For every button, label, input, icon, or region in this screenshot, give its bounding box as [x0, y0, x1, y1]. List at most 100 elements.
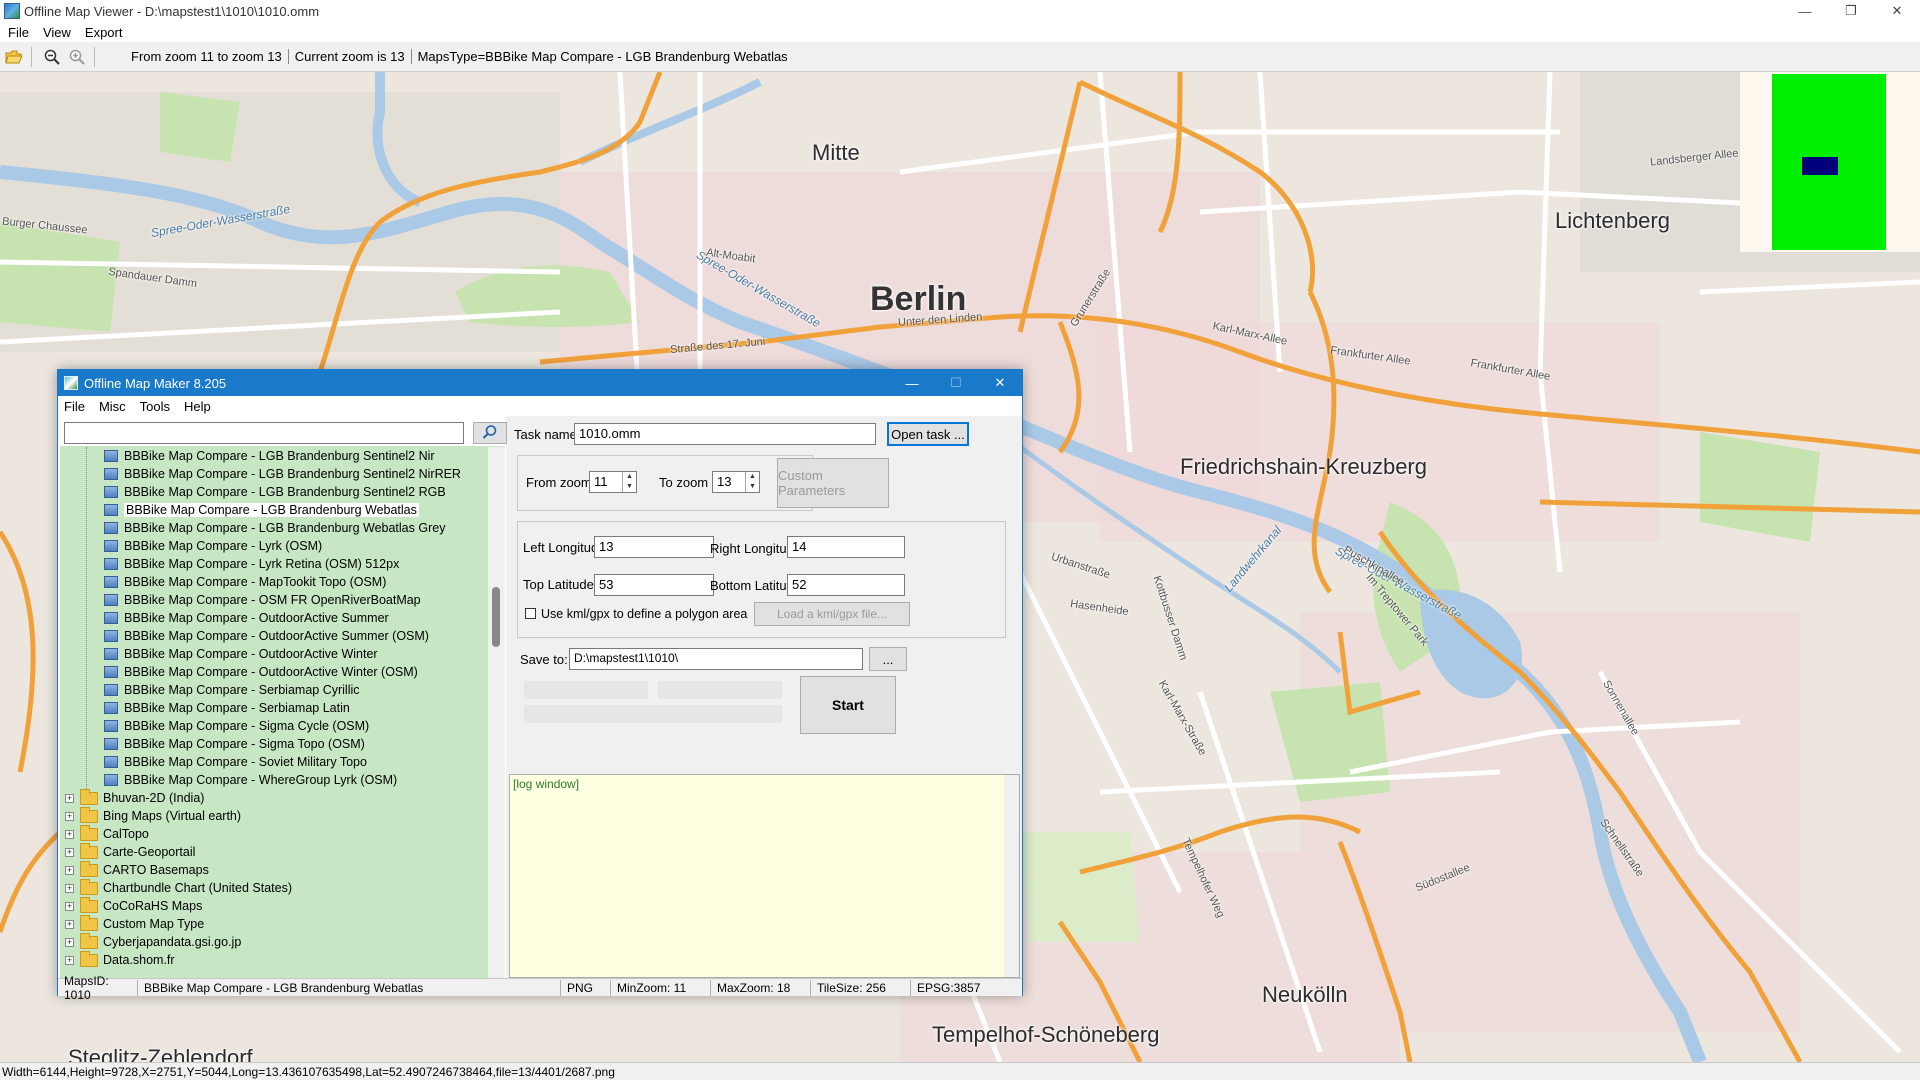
tree-leaf-item[interactable]: BBBike Map Compare - Soviet Military Top… — [104, 753, 367, 771]
tree-leaf-item[interactable]: BBBike Map Compare - OSM FR OpenRiverBoa… — [104, 591, 421, 609]
restore-button[interactable]: ❐ — [1828, 0, 1874, 22]
close-button[interactable]: ✕ — [1874, 0, 1920, 22]
browse-button[interactable]: ... — [869, 647, 907, 671]
tree-leaf-item[interactable]: BBBike Map Compare - Lyrk (OSM) — [104, 537, 322, 555]
kml-polygon-checkbox[interactable] — [525, 608, 536, 619]
maker-minimize-button[interactable]: — — [890, 370, 934, 396]
tree-guide-line — [86, 447, 87, 801]
tree-folder-item[interactable]: + Cyberjapandata.gsi.go.jp — [60, 932, 241, 951]
maker-menu-file[interactable]: File — [64, 399, 85, 414]
tree-leaf-item[interactable]: BBBike Map Compare - Sigma Cycle (OSM) — [104, 717, 369, 735]
tree-folder-item[interactable]: + Bing Maps (Virtual earth) — [60, 806, 241, 825]
tree-folder-label: CoCoRaHS Maps — [103, 899, 203, 913]
tree-leaf-item[interactable]: BBBike Map Compare - WhereGroup Lyrk (OS… — [104, 771, 397, 789]
map-search-input[interactable] — [64, 422, 464, 444]
left-longitude-input[interactable]: 13 — [594, 536, 714, 558]
tree-leaf-label: BBBike Map Compare - Lyrk (OSM) — [124, 539, 323, 553]
tree-leaf-item[interactable]: BBBike Map Compare - Lyrk Retina (OSM) 5… — [104, 555, 399, 573]
tree-leaf-item[interactable]: BBBike Map Compare - LGB Brandenburg Sen… — [104, 465, 461, 483]
tree-folder-label: Bhuvan-2D (India) — [103, 791, 205, 805]
tree-folder-item[interactable]: + Chartbundle Chart (United States) — [60, 878, 292, 897]
tree-folder-item[interactable]: + Data.shom.fr — [60, 950, 175, 969]
search-button[interactable] — [473, 422, 507, 444]
zoom-in-icon[interactable] — [66, 46, 88, 68]
expand-plus-icon[interactable]: + — [65, 829, 74, 839]
tree-leaf-item[interactable]: BBBike Map Compare - LGB Brandenburg Sen… — [104, 447, 435, 465]
tree-folder-item[interactable]: + CalTopo — [60, 824, 149, 843]
tree-leaf-item[interactable]: BBBike Map Compare - OutdoorActive Winte… — [104, 663, 418, 681]
status-tile-size: TileSize: 256 — [811, 979, 911, 996]
expand-plus-icon[interactable]: + — [65, 883, 74, 893]
expand-plus-icon[interactable]: + — [65, 793, 74, 803]
minimap[interactable] — [1740, 72, 1920, 252]
maker-menu-tools[interactable]: Tools — [140, 399, 170, 414]
task-name-input[interactable]: 1010.omm — [574, 423, 876, 445]
open-task-button[interactable]: Open task ... — [887, 422, 969, 446]
tree-folder-item[interactable]: + CARTO Basemaps — [60, 860, 209, 879]
tree-leaf-item[interactable]: BBBike Map Compare - LGB Brandenburg Web… — [104, 501, 419, 519]
menu-view[interactable]: View — [43, 25, 71, 40]
tree-leaf-item[interactable]: BBBike Map Compare - MapTookit Topo (OSM… — [104, 573, 386, 591]
minimize-button[interactable]: — — [1782, 0, 1828, 22]
map-maker-window: Offline Map Maker 8.205 — ☐ ✕ File Misc … — [57, 369, 1023, 1002]
log-window[interactable]: [log window] — [509, 774, 1020, 978]
map-tile-icon — [104, 486, 118, 498]
tree-scrollbar[interactable] — [488, 447, 505, 978]
tree-leaf-item[interactable]: BBBike Map Compare - OutdoorActive Winte… — [104, 645, 378, 663]
map-tile-icon — [104, 504, 118, 516]
spinner-arrows-icon[interactable]: ▲ ▼ — [622, 472, 636, 492]
tree-leaf-item[interactable]: BBBike Map Compare - Serbiamap Latin — [104, 699, 350, 717]
current-zoom-text: Current zoom is 13 — [289, 49, 412, 64]
expand-plus-icon[interactable]: + — [65, 865, 74, 875]
tree-leaf-item[interactable]: BBBike Map Compare - OutdoorActive Summe… — [104, 627, 429, 645]
menu-file[interactable]: File — [8, 25, 29, 40]
map-label-mitte: Mitte — [812, 140, 860, 165]
tree-leaf-item[interactable]: BBBike Map Compare - Sigma Topo (OSM) — [104, 735, 365, 753]
from-zoom-spinner[interactable]: 11 ▲ ▼ — [589, 471, 637, 493]
tree-folder-item[interactable]: + CoCoRaHS Maps — [60, 896, 203, 915]
expand-plus-icon[interactable]: + — [65, 901, 74, 911]
tree-folder-item[interactable]: + Bhuvan-2D (India) — [60, 788, 205, 807]
map-label-lichtenberg: Lichtenberg — [1555, 208, 1670, 233]
tree-folder-item[interactable]: + Custom Map Type — [60, 914, 204, 933]
tree-folder-item[interactable]: + Carte-Geoportail — [60, 842, 195, 861]
log-scrollbar[interactable] — [1004, 775, 1019, 977]
map-type-tree[interactable]: BBBike Map Compare - LGB Brandenburg Sen… — [60, 446, 505, 978]
zoom-out-icon[interactable] — [41, 46, 63, 68]
tree-leaf-item[interactable]: BBBike Map Compare - LGB Brandenburg Web… — [104, 519, 445, 537]
tree-leaf-label: BBBike Map Compare - Serbiamap Cyrillic — [124, 683, 360, 697]
expand-plus-icon[interactable]: + — [65, 811, 74, 821]
map-tile-icon — [104, 450, 118, 462]
maker-window-title: Offline Map Maker 8.205 — [84, 375, 227, 391]
bottom-latitude-input[interactable]: 52 — [787, 574, 905, 596]
expand-plus-icon[interactable]: + — [65, 937, 74, 947]
tree-leaf-item[interactable]: BBBike Map Compare - Serbiamap Cyrillic — [104, 681, 360, 699]
folder-icon — [80, 950, 98, 967]
start-button[interactable]: Start — [800, 676, 896, 734]
maker-maximize-button[interactable]: ☐ — [934, 370, 978, 396]
folder-icon — [80, 932, 98, 949]
spinner-arrows-icon[interactable]: ▲ ▼ — [745, 472, 759, 492]
maker-menu-misc[interactable]: Misc — [99, 399, 126, 414]
maker-close-button[interactable]: ✕ — [978, 370, 1022, 396]
maker-status-bar: MapsID: 1010 BBBike Map Compare - LGB Br… — [58, 974, 1022, 1002]
open-folder-icon[interactable] — [3, 46, 25, 68]
expand-plus-icon[interactable]: + — [65, 919, 74, 929]
maker-title-bar: Offline Map Maker 8.205 — ☐ ✕ — [58, 370, 1022, 396]
top-latitude-input[interactable]: 53 — [594, 574, 714, 596]
load-kml-button[interactable]: Load a kml/gpx file... — [754, 602, 910, 626]
custom-parameters-button[interactable]: Custom Parameters — [777, 458, 889, 508]
tree-leaf-item[interactable]: BBBike Map Compare - OutdoorActive Summe… — [104, 609, 389, 627]
expand-plus-icon[interactable]: + — [65, 955, 74, 965]
viewer-title-bar: Offline Map Viewer - D:\mapstest1\1010\1… — [0, 0, 1920, 22]
expand-plus-icon[interactable]: + — [65, 847, 74, 857]
to-zoom-spinner[interactable]: 13 ▲ ▼ — [712, 471, 760, 493]
save-to-input[interactable]: D:\mapstest1\1010\ — [569, 648, 863, 670]
right-longitude-input[interactable]: 14 — [787, 536, 905, 558]
tree-leaf-item[interactable]: BBBike Map Compare - LGB Brandenburg Sen… — [104, 483, 446, 501]
status-min-zoom: MinZoom: 11 — [611, 979, 711, 996]
maker-menu-help[interactable]: Help — [184, 399, 211, 414]
menu-export[interactable]: Export — [85, 25, 123, 40]
tree-scrollbar-thumb[interactable] — [492, 587, 500, 647]
tree-leaf-label: BBBike Map Compare - LGB Brandenburg Web… — [124, 521, 446, 535]
